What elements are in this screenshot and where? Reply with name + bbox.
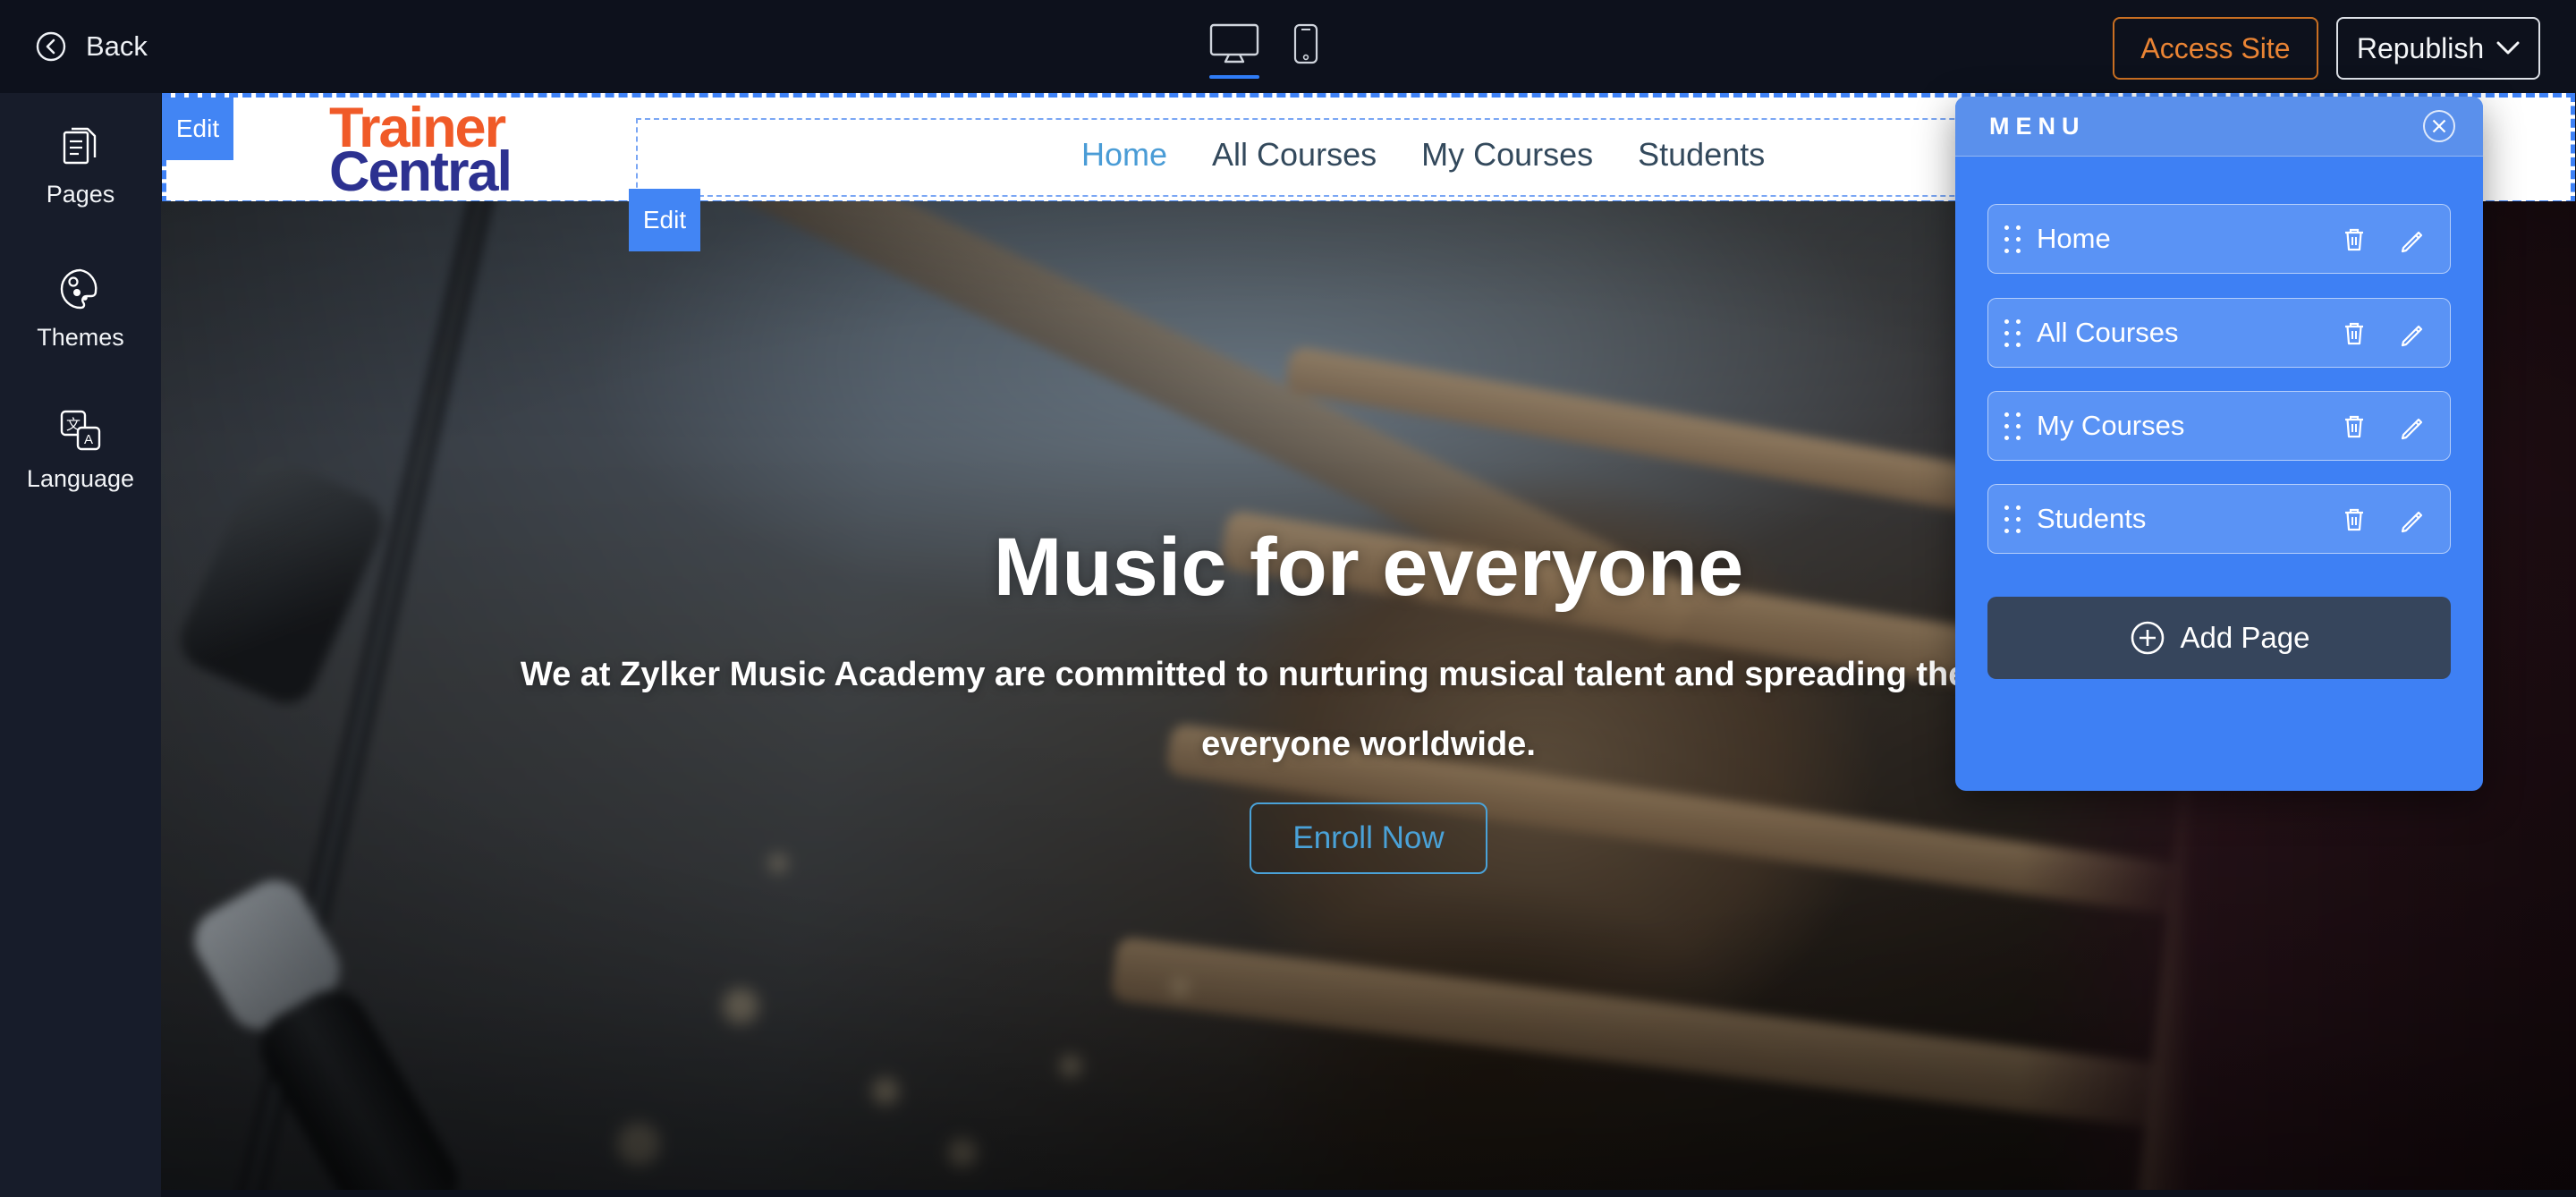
drag-handle-icon[interactable] [2004, 319, 2021, 347]
back-button[interactable]: Back [36, 0, 148, 93]
access-site-button[interactable]: Access Site [2113, 17, 2318, 80]
editor-stage: Back Access Site Republish [0, 0, 2576, 1197]
active-device-underline [1209, 75, 1259, 79]
themes-icon [58, 267, 103, 311]
nav-link-students[interactable]: Students [1638, 136, 1765, 174]
delete-icon[interactable] [2339, 225, 2369, 255]
access-site-label: Access Site [2140, 32, 2290, 65]
menu-panel-header: MENU [1955, 97, 2483, 157]
sidebar-item-pages[interactable]: Pages [0, 125, 161, 208]
republish-label: Republish [2357, 32, 2484, 65]
add-page-label: Add Page [2181, 621, 2310, 655]
sidebar-label-language: Language [27, 465, 134, 493]
desktop-icon [1209, 23, 1259, 64]
nav-link-my-courses[interactable]: My Courses [1421, 136, 1593, 174]
top-toolbar: Back Access Site Republish [0, 0, 2576, 93]
enroll-now-label: Enroll Now [1292, 820, 1444, 856]
edit-nav-menu-button[interactable]: Edit [629, 189, 700, 251]
nav-link-all-courses[interactable]: All Courses [1212, 136, 1377, 174]
mobile-preview-button[interactable] [1293, 23, 1318, 64]
menu-item-all-courses[interactable]: All Courses [1987, 298, 2451, 368]
menu-item-label: Students [2037, 503, 2146, 535]
language-icon: 文A [58, 408, 103, 453]
desktop-preview-button[interactable] [1209, 23, 1259, 79]
edit-pencil-icon[interactable] [2396, 318, 2427, 349]
menu-editor-panel: MENU Home All Courses [1955, 97, 2483, 791]
plus-circle-icon [2129, 619, 2166, 657]
mobile-icon [1293, 23, 1318, 64]
republish-button[interactable]: Republish [2336, 17, 2540, 80]
menu-panel-title: MENU [1989, 113, 2086, 140]
menu-item-label: My Courses [2037, 410, 2184, 442]
device-preview-toggle [1209, 0, 1318, 116]
edit-pencil-icon[interactable] [2396, 412, 2427, 442]
drag-handle-icon[interactable] [2004, 505, 2021, 533]
edit-nav-menu-label: Edit [643, 206, 686, 234]
delete-icon[interactable] [2339, 505, 2369, 535]
delete-icon[interactable] [2339, 318, 2369, 349]
edit-pencil-icon[interactable] [2396, 225, 2427, 255]
drag-handle-icon[interactable] [2004, 225, 2021, 253]
pages-icon [59, 125, 102, 168]
chevron-down-icon [2496, 41, 2520, 55]
logo-line2: Central [329, 149, 511, 196]
menu-item-students[interactable]: Students [1987, 484, 2451, 554]
menu-item-my-courses[interactable]: My Courses [1987, 391, 2451, 461]
sidebar-item-language[interactable]: 文A Language [0, 408, 161, 493]
enroll-now-button[interactable]: Enroll Now [1250, 802, 1487, 874]
add-page-button[interactable]: Add Page [1987, 597, 2451, 679]
site-nav: Home All Courses My Courses Students [1081, 128, 1765, 182]
delete-icon[interactable] [2339, 412, 2369, 442]
back-icon [36, 31, 66, 62]
site-logo[interactable]: Trainer Central [329, 105, 511, 196]
menu-item-label: Home [2037, 223, 2111, 255]
drag-handle-icon[interactable] [2004, 412, 2021, 440]
svg-text:A: A [84, 432, 93, 447]
sidebar-label-pages: Pages [47, 181, 115, 208]
menu-item-label: All Courses [2037, 317, 2179, 349]
sidebar-label-themes: Themes [37, 324, 124, 352]
edit-header-button[interactable]: Edit [162, 98, 233, 160]
sidebar-item-themes[interactable]: Themes [0, 267, 161, 352]
edit-pencil-icon[interactable] [2396, 505, 2427, 535]
back-label: Back [86, 30, 148, 63]
editor-sidebar: Pages Themes 文A Language [0, 93, 161, 1197]
edit-header-label: Edit [176, 115, 219, 143]
nav-link-home[interactable]: Home [1081, 136, 1167, 174]
menu-item-home[interactable]: Home [1987, 204, 2451, 274]
close-icon[interactable] [2420, 107, 2458, 145]
